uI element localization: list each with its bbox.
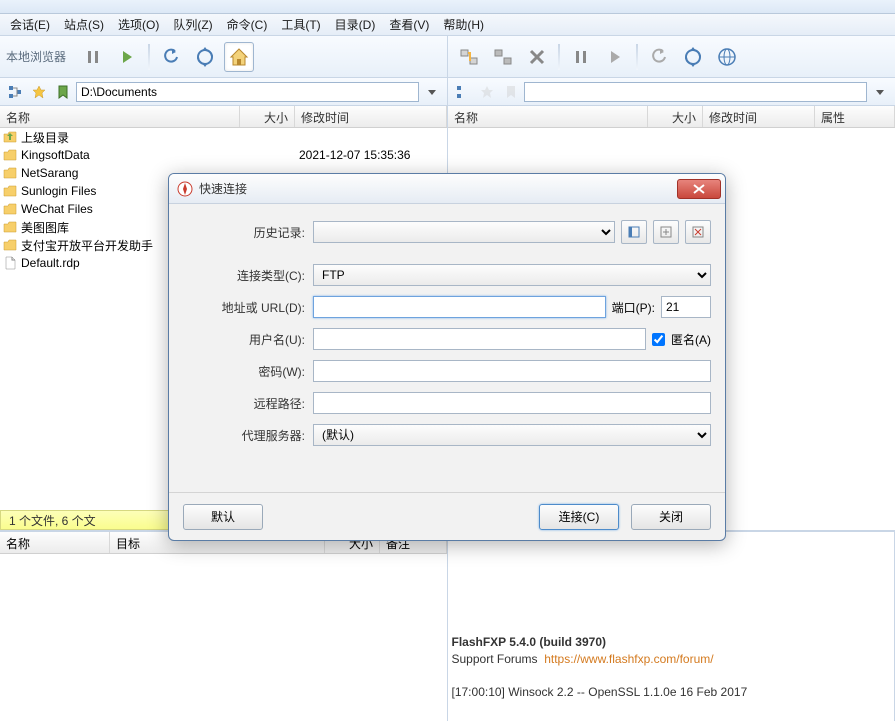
menu-tools[interactable]: 工具(T) [275, 14, 326, 35]
menu-directory[interactable]: 目录(D) [329, 14, 382, 35]
col-size[interactable]: 大小 [240, 106, 295, 127]
log-pane: FlashFXP 5.4.0 (build 3970) Support Foru… [448, 532, 895, 721]
back-icon[interactable] [156, 42, 186, 72]
pass-input[interactable] [313, 360, 711, 382]
remote-pathbar [448, 78, 895, 106]
abort-icon[interactable] [522, 42, 552, 72]
log-support-link[interactable]: https://www.flashfxp.com/forum/ [544, 652, 713, 666]
remote-toolbar [448, 36, 895, 78]
folder-icon [2, 219, 18, 235]
disconnect-icon[interactable] [488, 42, 518, 72]
history-btn3[interactable] [685, 220, 711, 244]
bottom-panes: 名称 目标 大小 备注 FlashFXP 5.4.0 (build 3970) … [0, 530, 895, 721]
local-label: 本地浏览器 [6, 48, 66, 65]
history-label: 历史记录: [183, 224, 313, 241]
folder-icon [2, 147, 18, 163]
user-input[interactable] [313, 328, 646, 350]
remote-label: 远程路径: [183, 395, 313, 412]
connect-button[interactable]: 连接(C) [539, 504, 619, 530]
history-btn2[interactable] [653, 220, 679, 244]
folder-icon [2, 183, 18, 199]
conn-type-select[interactable]: FTP [313, 264, 711, 286]
bookmark-icon[interactable] [52, 81, 74, 103]
local-path-input[interactable] [76, 82, 419, 102]
remote-list-header: 名称 大小 修改时间 属性 [448, 106, 895, 128]
user-label: 用户名(U): [183, 331, 313, 348]
menubar: 会话(E) 站点(S) 选项(O) 队列(Z) 命令(C) 工具(T) 目录(D… [0, 14, 895, 36]
col-name[interactable]: 名称 [448, 106, 648, 127]
dialog-titlebar[interactable]: 快速连接 [169, 174, 725, 204]
col-name[interactable]: 名称 [0, 106, 240, 127]
menu-site[interactable]: 站点(S) [58, 14, 110, 35]
titlebar [0, 0, 895, 14]
pass-label: 密码(W): [183, 363, 313, 380]
folder-icon [2, 201, 18, 217]
pause-icon[interactable] [566, 42, 596, 72]
close-icon[interactable] [677, 179, 721, 199]
tree-icon[interactable] [452, 81, 474, 103]
url-label: 地址或 URL(D): [183, 299, 313, 316]
menu-view[interactable]: 查看(V) [383, 14, 435, 35]
pause-icon[interactable] [78, 42, 108, 72]
local-list-header: 名称 大小 修改时间 [0, 106, 447, 128]
local-pathbar [0, 78, 447, 106]
col-size[interactable]: 大小 [648, 106, 703, 127]
col-date[interactable]: 修改时间 [703, 106, 815, 127]
back-icon[interactable] [644, 42, 674, 72]
anon-checkbox[interactable] [652, 333, 665, 346]
menu-help[interactable]: 帮助(H) [437, 14, 490, 35]
home-icon[interactable] [224, 42, 254, 72]
qcol-name[interactable]: 名称 [0, 532, 110, 553]
conn-type-label: 连接类型(C): [183, 267, 313, 284]
menu-session[interactable]: 会话(E) [4, 14, 56, 35]
log-support-label: Support Forums [452, 652, 538, 666]
col-date[interactable]: 修改时间 [295, 106, 447, 127]
dialog-body: 历史记录: 连接类型(C): FTP 地址或 URL(D): 端口(P): 用户… [169, 204, 725, 466]
star-icon[interactable] [476, 81, 498, 103]
port-label: 端口(P): [612, 299, 655, 316]
folder-icon [2, 165, 18, 181]
proxy-label: 代理服务器: [183, 427, 313, 444]
dialog-footer: 默认 连接(C) 关闭 [169, 492, 725, 540]
log-title: FlashFXP 5.4.0 (build 3970) [452, 635, 607, 649]
close-button[interactable]: 关闭 [631, 504, 711, 530]
updir-row[interactable]: 上级目录 [0, 128, 447, 146]
remote-path-input[interactable] [313, 392, 711, 414]
log-line: [17:00:10] Winsock 2.2 -- OpenSSL 1.1.0e… [452, 685, 748, 699]
queue-list[interactable] [0, 554, 447, 721]
proxy-select[interactable]: (默认) [313, 424, 711, 446]
queue-pane: 名称 目标 大小 备注 [0, 532, 448, 721]
anon-label: 匿名(A) [671, 331, 711, 348]
quick-connect-dialog: 快速连接 历史记录: 连接类型(C): FTP 地址或 URL(D): 端口(P… [168, 173, 726, 541]
port-input[interactable] [661, 296, 711, 318]
globe-icon[interactable] [712, 42, 742, 72]
dropdown-icon[interactable] [421, 81, 443, 103]
col-attr[interactable]: 属性 [815, 106, 895, 127]
refresh-icon[interactable] [678, 42, 708, 72]
url-input[interactable] [313, 296, 606, 318]
menu-options[interactable]: 选项(O) [112, 14, 165, 35]
folder-icon [2, 237, 18, 253]
updir-icon [2, 129, 18, 145]
connect-icon[interactable] [454, 42, 484, 72]
default-button[interactable]: 默认 [183, 504, 263, 530]
star-icon[interactable] [28, 81, 50, 103]
history-select[interactable] [313, 221, 615, 243]
app-icon [177, 181, 193, 197]
file-icon [2, 255, 18, 271]
bookmark-icon[interactable] [500, 81, 522, 103]
dropdown-icon[interactable] [869, 81, 891, 103]
dialog-title: 快速连接 [199, 180, 677, 197]
history-btn1[interactable] [621, 220, 647, 244]
refresh-icon[interactable] [190, 42, 220, 72]
log-area[interactable]: FlashFXP 5.4.0 (build 3970) Support Foru… [448, 532, 895, 721]
remote-path-input[interactable] [524, 82, 867, 102]
tree-icon[interactable] [4, 81, 26, 103]
menu-command[interactable]: 命令(C) [221, 14, 274, 35]
menu-queue[interactable]: 队列(Z) [167, 14, 218, 35]
list-item[interactable]: KingsoftData2021-12-07 15:35:36 [0, 146, 447, 164]
local-toolbar: 本地浏览器 [0, 36, 447, 78]
play-icon[interactable] [600, 42, 630, 72]
play-icon[interactable] [112, 42, 142, 72]
